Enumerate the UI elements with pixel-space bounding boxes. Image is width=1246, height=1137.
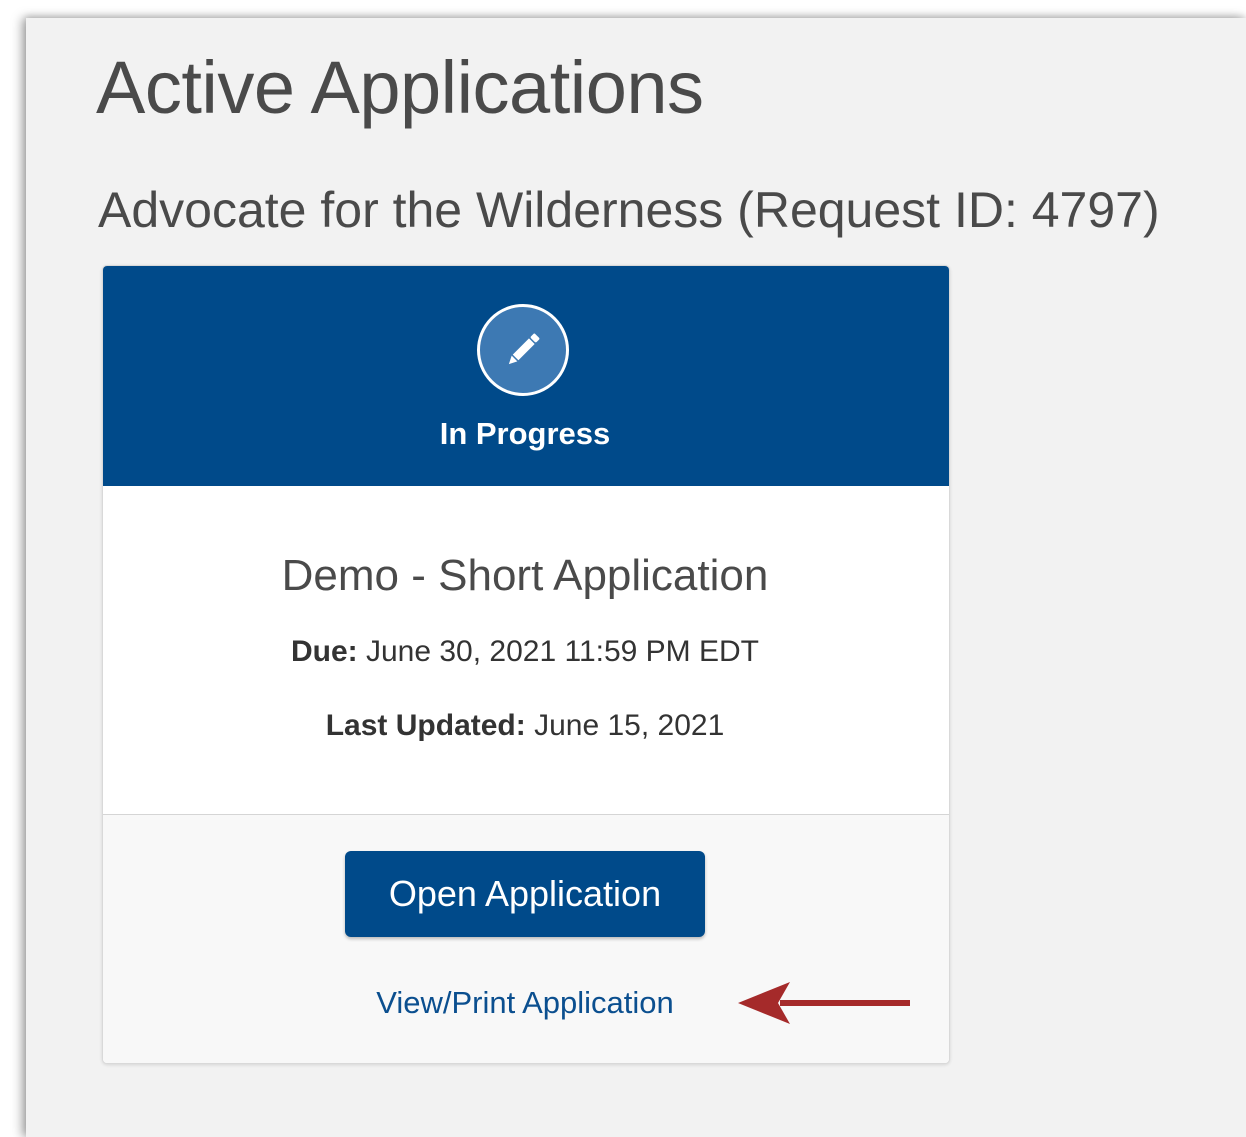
last-updated-value: June 15, 2021 <box>534 709 725 742</box>
due-date: Due: June 30, 2021 11:59 PM EDT <box>102 633 948 671</box>
due-label: Due: <box>290 635 358 668</box>
status-label: In Progress <box>439 416 611 451</box>
organization-heading: Advocate for the Wilderness (Request ID:… <box>98 182 1160 238</box>
due-value: June 30, 2021 11:59 PM EDT <box>365 635 760 668</box>
pencil-icon <box>477 304 569 396</box>
page-title: Active Applications <box>96 46 704 129</box>
last-updated-label: Last Updated: <box>325 709 526 742</box>
last-updated: Last Updated: June 15, 2021 <box>102 707 948 745</box>
application-name: Demo - Short Application <box>281 551 769 600</box>
left-arrow-icon <box>738 982 910 1024</box>
open-application-button[interactable]: Open Application <box>345 851 705 937</box>
